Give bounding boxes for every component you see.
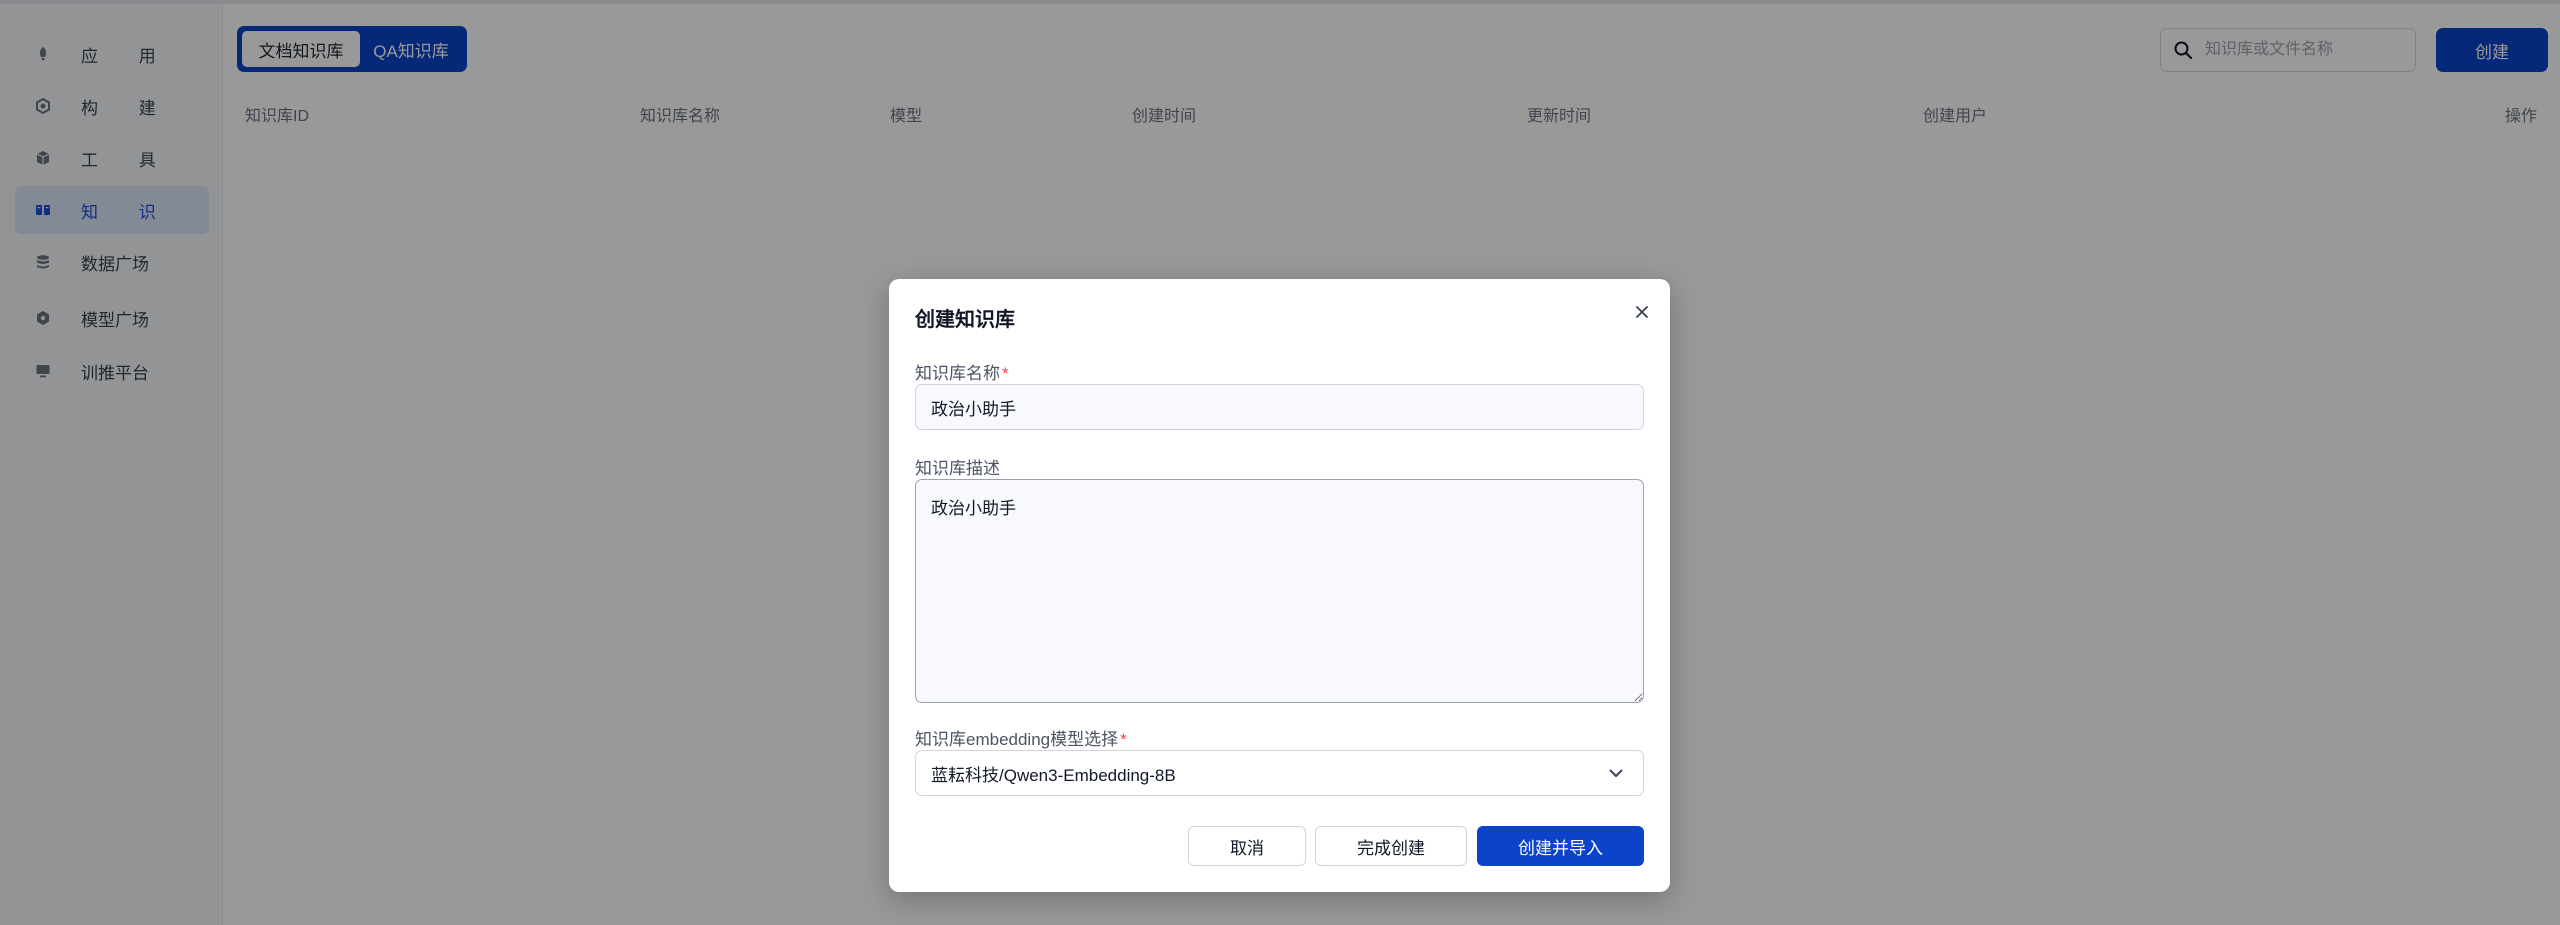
chevron-down-icon [1605,762,1627,784]
required-mark: * [1120,730,1127,749]
dialog-title: 创建知识库 [915,309,1015,331]
embedding-model-select[interactable]: 蓝耘科技/Qwen3-Embedding-8B [915,750,1644,796]
finish-create-button[interactable]: 完成创建 [1315,826,1467,866]
app-root: 应 用 构 建 工 具 知 识 数据广场 模型广场 训推平台 文档知识库 QA知… [0,0,2560,925]
create-kb-dialog: 创建知识库 知识库名称* 知识库描述 政治小助手 知识库embedding模型选… [889,279,1670,892]
required-mark: * [1002,364,1009,383]
kb-model-label: 知识库embedding模型选择 * [915,725,1127,750]
kb-model-label-text: 知识库embedding模型选择 [915,730,1119,749]
kb-desc-label: 知识库描述 [915,459,1000,478]
close-icon[interactable] [1629,299,1655,325]
kb-desc-textarea[interactable]: 政治小助手 [915,479,1644,703]
cancel-button[interactable]: 取消 [1188,826,1306,866]
selected-model: 蓝耘科技/Qwen3-Embedding-8B [931,765,1176,785]
kb-name-input[interactable] [915,384,1644,430]
create-and-import-button[interactable]: 创建并导入 [1477,826,1644,866]
kb-name-label: 知识库名称 * [915,359,1009,384]
kb-name-label-text: 知识库名称 [915,364,1000,383]
